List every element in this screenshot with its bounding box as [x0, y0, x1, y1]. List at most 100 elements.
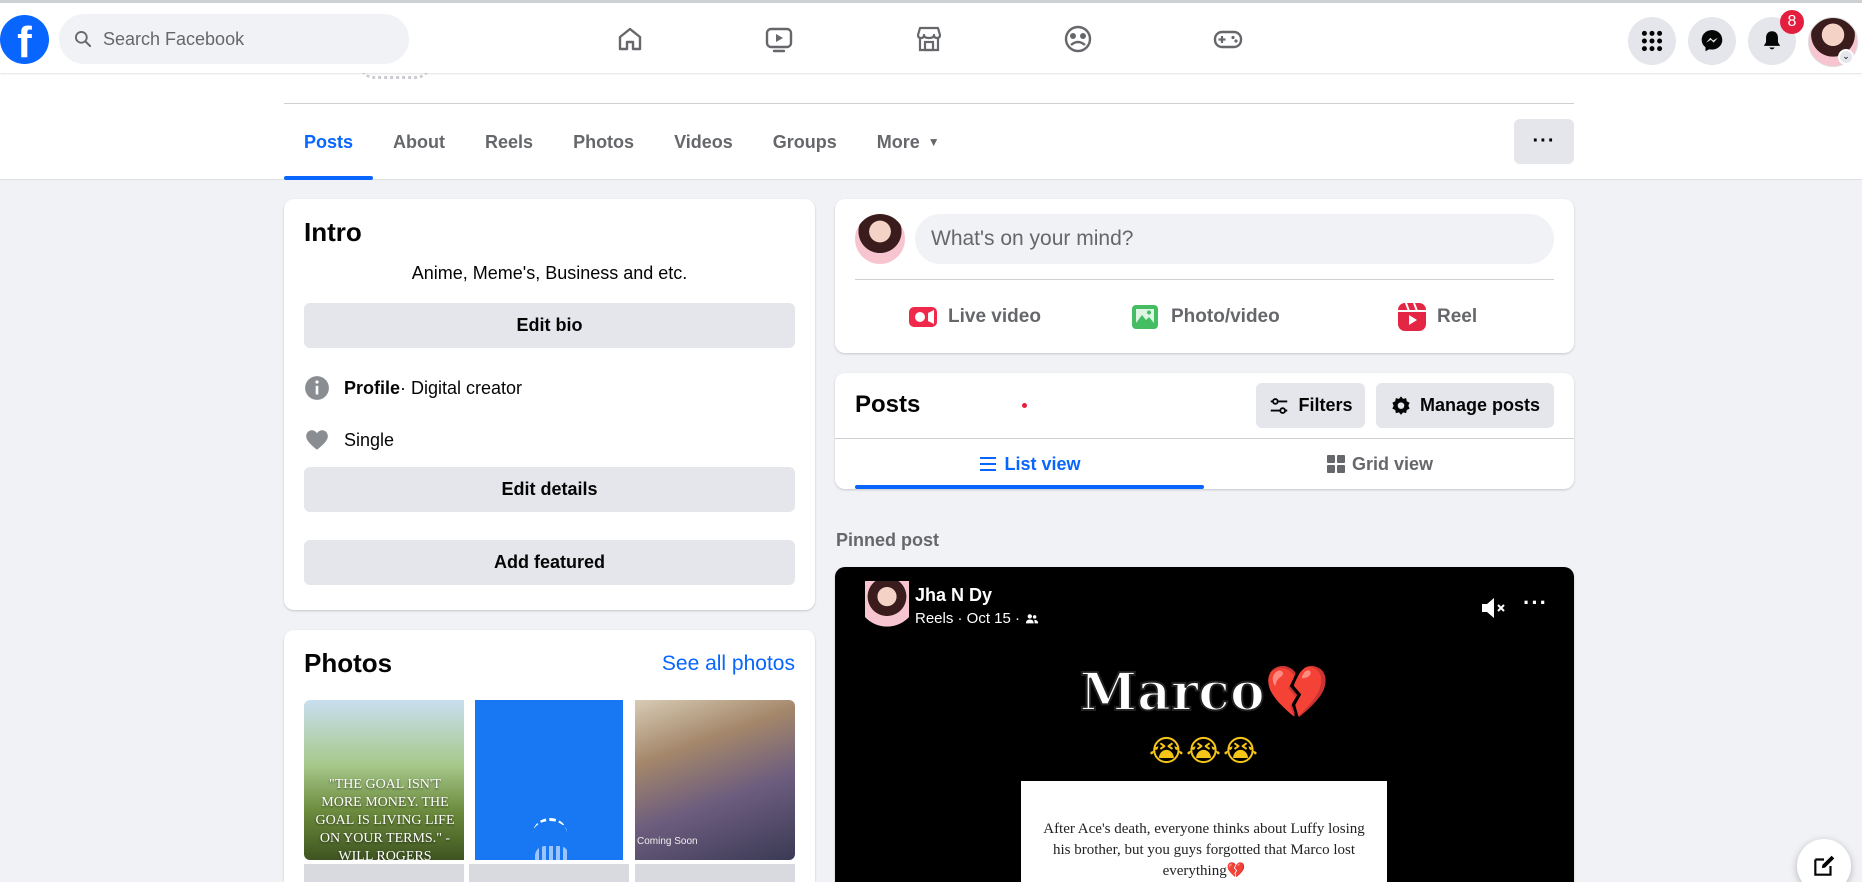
- add-featured-button[interactable]: Add featured: [304, 540, 795, 585]
- post-meta-text: Reels · Oct 15 ·: [915, 610, 1021, 627]
- menu-button[interactable]: [1628, 17, 1676, 65]
- home-icon: [618, 27, 642, 51]
- notifications-button[interactable]: 8: [1748, 10, 1804, 65]
- profile-more-options-button[interactable]: ···: [1514, 119, 1574, 164]
- notifications-icon: [1763, 31, 1781, 50]
- post-more-options-button[interactable]: ···: [1523, 591, 1553, 621]
- top-navigation-bar: f 8 ⌄: [0, 0, 1862, 73]
- live-video-label: Live video: [948, 306, 1041, 327]
- facebook-logo-letter: f: [17, 18, 32, 64]
- edit-details-button[interactable]: Edit details: [304, 467, 795, 512]
- chevron-down-icon[interactable]: ⌄: [1838, 49, 1854, 65]
- photo-quote-text: "THE GOAL ISN'T MORE MONEY. THE GOAL IS …: [315, 777, 455, 860]
- reel-caption-card: After Ace's death, everyone thinks about…: [1021, 781, 1387, 882]
- intro-card: Intro Anime, Meme's, Business and etc. E…: [284, 199, 815, 610]
- photo-graphic: [535, 846, 569, 860]
- tab-posts[interactable]: Posts: [284, 104, 374, 180]
- photo-video-button[interactable]: Photo/video: [1131, 295, 1280, 339]
- sparkle-icon: [533, 818, 567, 848]
- live-video-button[interactable]: Live video: [908, 295, 1041, 339]
- whats-on-your-mind-input[interactable]: What's on your mind?: [915, 214, 1554, 264]
- photo-thumbnail[interactable]: [635, 864, 795, 882]
- profile-header: Posts About Reels Photos Videos Groups M…: [0, 73, 1862, 180]
- tab-label: Posts: [304, 131, 354, 152]
- search-input[interactable]: [103, 28, 383, 50]
- photo-video-label: Photo/video: [1171, 306, 1280, 327]
- groups-icon: [1064, 25, 1092, 53]
- caret-down-icon: ▼: [927, 135, 940, 149]
- search-box[interactable]: [59, 14, 409, 64]
- grid-view-tab[interactable]: Grid view: [1205, 439, 1554, 489]
- reel-label: Reel: [1437, 306, 1478, 327]
- watch-icon: [765, 27, 793, 53]
- tab-videos[interactable]: Videos: [654, 104, 753, 180]
- search-icon: [75, 31, 92, 48]
- broken-heart-emoji: 💔: [1264, 662, 1330, 723]
- composer-divider: [855, 279, 1554, 280]
- tab-label: Photos: [573, 131, 635, 152]
- reel-icon: [1398, 302, 1426, 331]
- filters-label: Filters: [1298, 395, 1353, 415]
- avatar[interactable]: [855, 214, 905, 264]
- edit-bio-button[interactable]: Edit bio: [304, 303, 795, 348]
- tab-label: Reels: [485, 131, 534, 152]
- tab-about[interactable]: About: [373, 104, 465, 180]
- pinned-post-label: Pinned post: [836, 530, 939, 550]
- tab-more[interactable]: More ▼: [857, 104, 960, 180]
- relationship-status: Single: [344, 429, 395, 450]
- photos-card: Photos See all photos "THE GOAL ISN'T MO…: [284, 630, 815, 882]
- photo-video-icon: [1132, 305, 1158, 329]
- more-dots-icon: ···: [1532, 130, 1556, 152]
- live-video-icon: [909, 307, 937, 327]
- posts-section-header: Posts Filters Manage posts List view Gri…: [835, 373, 1574, 489]
- profile-tabs: Posts About Reels Photos Videos Groups M…: [284, 104, 960, 180]
- list-view-label: List view: [1004, 453, 1081, 474]
- tab-groups[interactable]: Groups: [753, 104, 857, 180]
- new-message-button[interactable]: [1797, 839, 1851, 882]
- post-composer: What's on your mind? Live video Photo/vi…: [835, 199, 1574, 353]
- photo-caption: Coming Soon: [637, 836, 698, 847]
- list-icon: [980, 457, 997, 471]
- edit-bio-label: Edit bio: [516, 315, 583, 335]
- photo-thumbnail[interactable]: "THE GOAL ISN'T MORE MONEY. THE GOAL IS …: [304, 700, 464, 860]
- menu-grid-icon: [1641, 30, 1663, 52]
- relationship-row: Single: [304, 427, 394, 453]
- tab-reels[interactable]: Reels: [465, 104, 553, 180]
- photo-thumbnail[interactable]: Coming Soon: [635, 700, 795, 860]
- pinned-reel-post[interactable]: Jha N Dy Reels · Oct 15 · ··· Marco💔 😭😭😭…: [835, 567, 1574, 882]
- list-view-tab[interactable]: List view: [855, 439, 1204, 489]
- notification-count-badge: 8: [1780, 10, 1804, 34]
- watch-nav[interactable]: [761, 21, 797, 57]
- photo-thumbnail[interactable]: [469, 864, 629, 882]
- tab-photos[interactable]: Photos: [553, 104, 654, 180]
- mute-icon[interactable]: [1478, 593, 1508, 623]
- marketplace-nav[interactable]: [911, 21, 947, 57]
- heart-icon: [306, 430, 328, 450]
- composer-placeholder: What's on your mind?: [931, 227, 1134, 250]
- bio-text: Anime, Meme's, Business and etc.: [411, 263, 688, 283]
- info-icon: [305, 376, 329, 400]
- crying-emoji-row: 😭😭😭: [1148, 735, 1261, 768]
- friends-audience-icon[interactable]: [1025, 612, 1039, 626]
- filters-button[interactable]: Filters: [1256, 383, 1365, 428]
- profile-label: Profile: [344, 377, 401, 398]
- groups-nav[interactable]: [1060, 21, 1096, 57]
- manage-posts-button[interactable]: Manage posts: [1376, 383, 1554, 428]
- manage-posts-label: Manage posts: [1419, 395, 1541, 415]
- photo-thumbnail[interactable]: [304, 864, 464, 882]
- edit-details-label: Edit details: [501, 479, 598, 499]
- see-all-photos-link[interactable]: See all photos: [662, 652, 795, 676]
- messenger-button[interactable]: [1688, 17, 1736, 65]
- filters-icon: [1271, 397, 1288, 414]
- home-nav[interactable]: [612, 21, 648, 57]
- messenger-icon: [1701, 30, 1723, 52]
- avatar[interactable]: [865, 581, 909, 633]
- reel-button[interactable]: Reel: [1397, 295, 1477, 339]
- posts-title: Posts: [855, 391, 921, 418]
- facebook-logo[interactable]: f: [0, 15, 49, 64]
- post-author-name[interactable]: Jha N Dy: [915, 585, 992, 606]
- marketplace-icon: [916, 26, 942, 52]
- compose-icon: [1814, 855, 1835, 876]
- gaming-nav[interactable]: [1210, 21, 1246, 57]
- photo-thumbnail[interactable]: [475, 700, 623, 860]
